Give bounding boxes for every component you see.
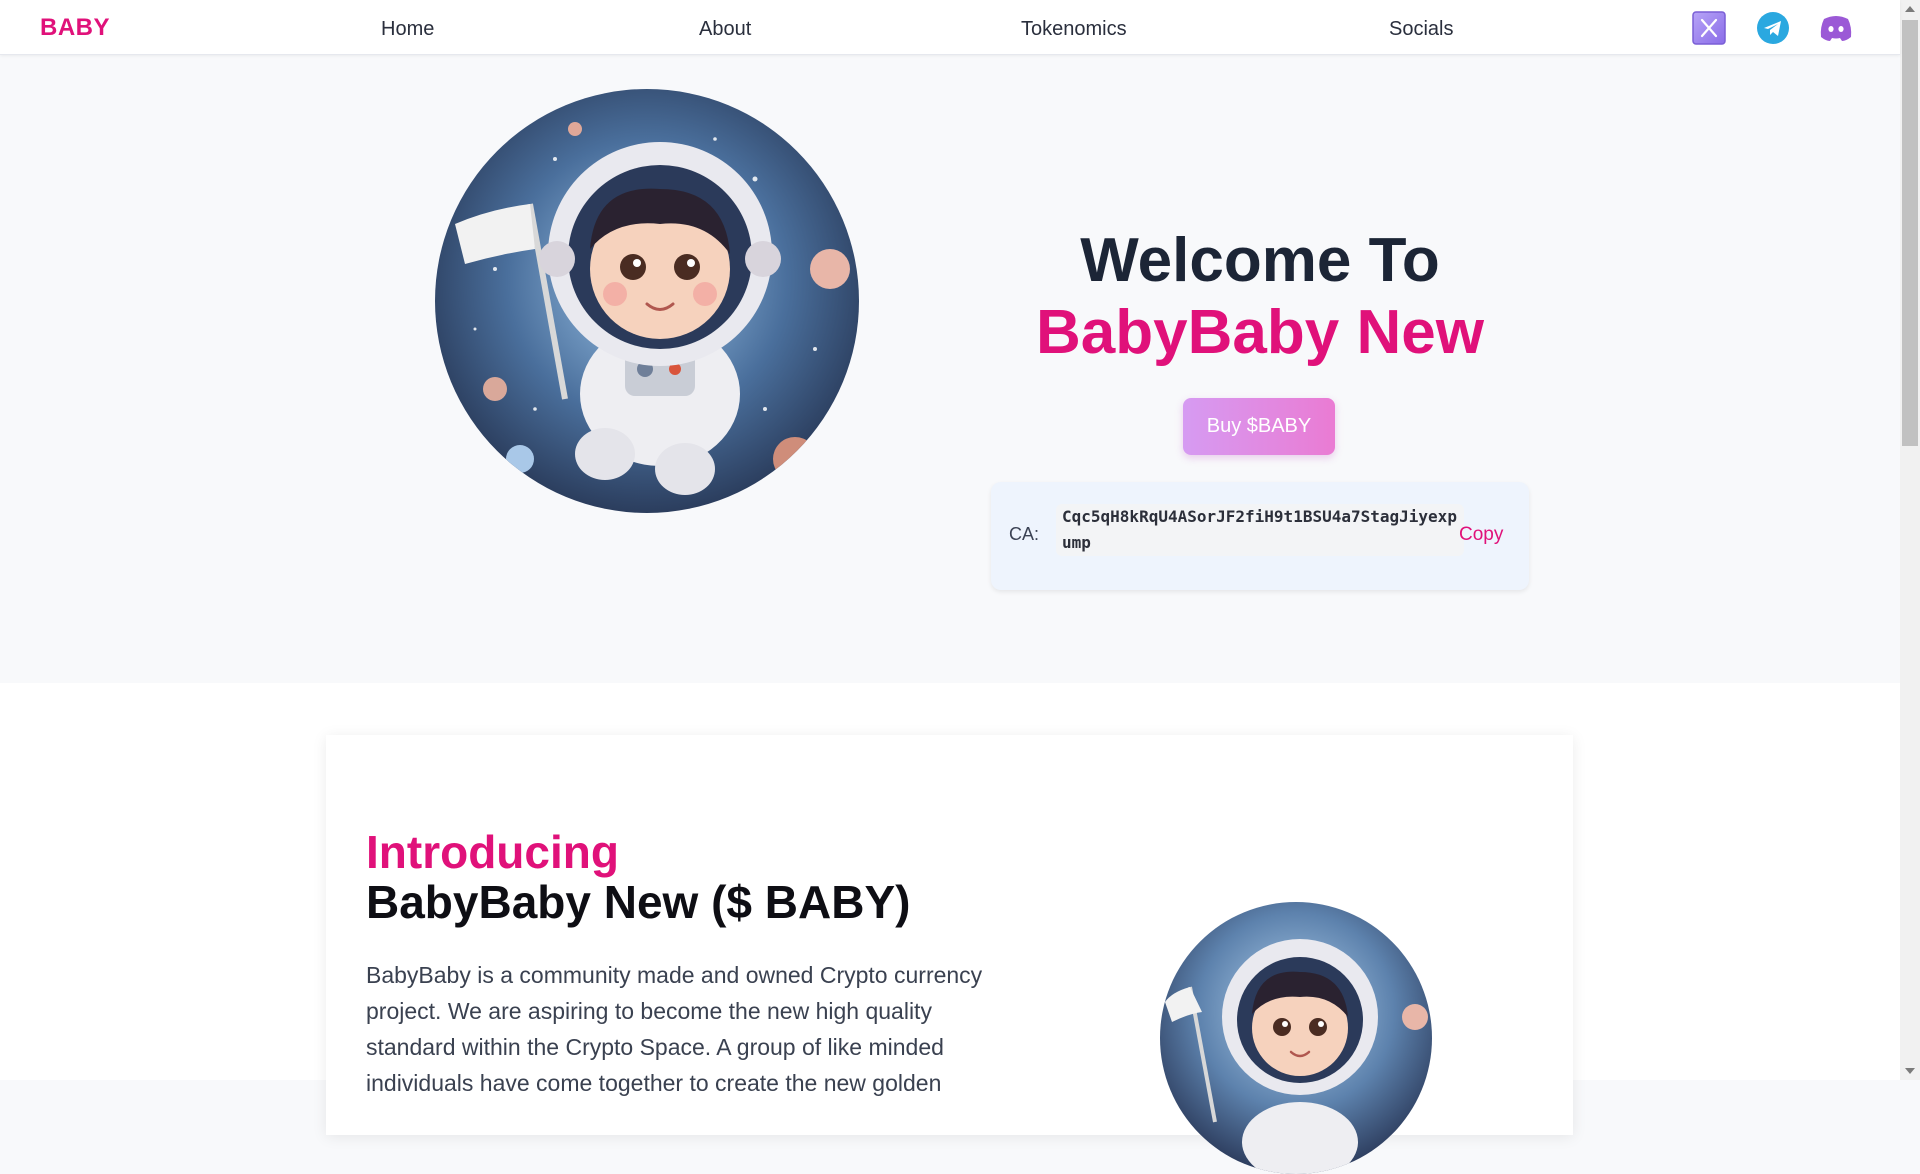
nav-tokenomics[interactable]: Tokenomics [1021,18,1127,41]
contract-address-box: CA: Cqc5qH8kRqU4ASorJF2fiH9t1BSU4a7StagJ… [991,482,1529,590]
about-section: Introducing BabyBaby New ($ BABY) BabyBa… [0,683,1900,1174]
about-heading: Introducing BabyBaby New ($ BABY) [366,827,910,927]
discord-icon[interactable] [1817,11,1852,45]
about-astronaut-image [1160,902,1432,1174]
nav-about[interactable]: About [699,18,751,41]
telegram-icon[interactable] [1756,11,1790,45]
hero-title-line1: Welcome To [1080,226,1440,295]
buy-button[interactable]: Buy $BABY [1183,398,1335,455]
nav-socials[interactable]: Socials [1389,18,1453,41]
about-paragraph: BabyBaby is a community made and owned C… [366,962,983,1096]
ca-label: CA: [1009,524,1040,544]
copy-button[interactable]: Copy [1459,524,1503,546]
ca-value[interactable]: Cqc5qH8kRqU4ASorJF2fiH9t1BSU4a7StagJiyex… [1056,504,1464,556]
about-heading-line1: Introducing [366,826,619,878]
top-navbar: BABY Home About Tokenomics Socials [0,0,1900,55]
hero-section: Welcome To BabyBaby New Buy $BABY CA: Cq… [0,55,1900,683]
hero-title: Welcome To BabyBaby New [990,225,1530,369]
hero-title-line2: BabyBaby New [1036,298,1484,367]
scroll-down-arrow-icon[interactable] [1905,1068,1915,1074]
nav-home[interactable]: Home [381,18,434,41]
logo[interactable]: BABY [40,14,110,42]
about-card: Introducing BabyBaby New ($ BABY) BabyBa… [326,735,1573,1174]
about-heading-line2: BabyBaby New ($ BABY) [366,876,911,928]
x-icon[interactable] [1692,11,1726,45]
scroll-thumb[interactable] [1902,20,1918,446]
scroll-up-arrow-icon[interactable] [1905,6,1915,12]
hero-astronaut-image [435,89,859,513]
vertical-scrollbar[interactable] [1900,0,1920,1080]
